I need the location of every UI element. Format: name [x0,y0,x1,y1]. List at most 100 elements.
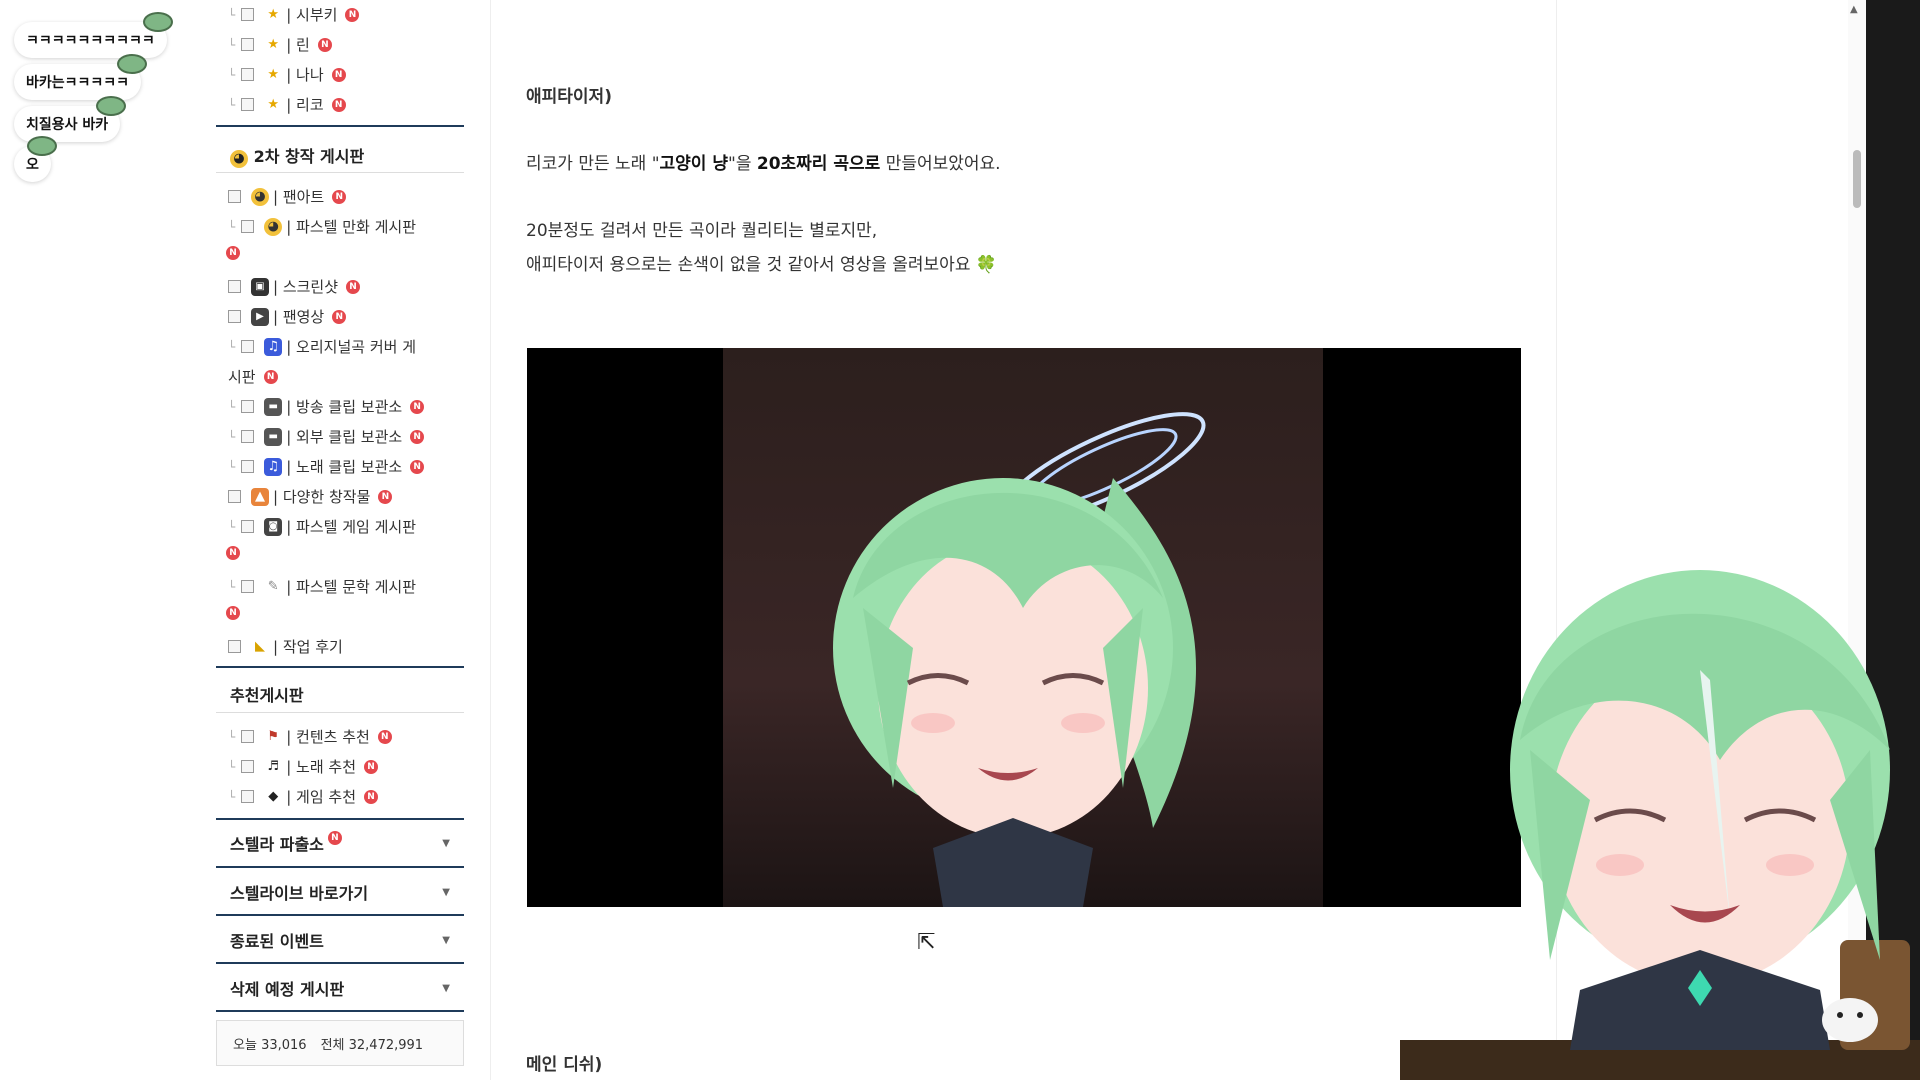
sidebar-item-label: | 시부키 [286,6,338,24]
board-icon [228,490,241,503]
new-badge: N [410,399,425,414]
video-player[interactable] [527,348,1521,907]
sidebar-item-label: | 팬아트 [273,188,325,206]
section-divider [216,962,464,964]
sidebar-item-rin[interactable]: └ ★ | 린 N [228,34,332,55]
chat-bubble: ㅋㅋㅋㅋㅋㅋㅋㅋㅋㅋ [14,12,173,58]
sidebar-item-pastel-literature[interactable]: └ ✎ | 파스텔 문학 게시판 [228,576,416,597]
sidebar-item-various-creations[interactable]: ▲ | 다양한 창작물 N [228,486,393,507]
sidebar-item-fan-video[interactable]: ▶ | 팬영상 N [228,306,347,327]
new-badge: N [410,459,425,474]
new-badge: N [345,7,360,22]
accordion-ended-events[interactable]: 종료된 이벤트 ▼ [216,917,464,963]
sidebar-item-label: | 리코 [286,96,324,114]
sidebar-item-stream-clips[interactable]: └ ▬ | 방송 클립 보관소 N [228,396,425,417]
sidebar-item-work-review[interactable]: ◣ | 작업 후기 [228,636,343,657]
sidebar-item-label: | 파스텔 만화 게시판 [286,218,416,236]
sidebar-item-song-recommend[interactable]: └ ♬ | 노래 추천 N [228,756,379,777]
sidebar-item-label: | 외부 클립 보관소 [286,428,403,446]
chat-bubble: 치질용사 바카 [14,96,127,142]
video-camera-icon: ▶ [251,307,269,326]
signboard-icon: ⚑ [267,728,280,744]
board-icon [241,580,255,593]
star-icon: ★ [267,96,280,112]
new-badge: N [331,67,346,82]
new-badge: N [226,546,240,560]
accordion-stella-police[interactable]: 스텔라 파출소 N ▼ [216,820,464,866]
sidebar-item-label: | 노래 추천 [286,758,357,776]
board-icon [241,730,255,743]
board-icon [241,760,255,773]
new-badge: N [346,279,361,294]
content-border-left [490,0,491,1080]
vtuber-avatar-overlay [1400,520,1920,1080]
board-icon [241,400,255,413]
board-icon [228,310,241,323]
film-icon: ▬ [264,427,283,446]
chevron-down-icon: ▼ [442,886,450,898]
sidebar-item-riko[interactable]: └ ★ | 리코 N [228,94,346,115]
new-badge: N [332,189,347,204]
chat-overlay: ㅋㅋㅋㅋㅋㅋㅋㅋㅋㅋ 바카는ㅋㅋㅋㅋㅋ 치질용사 바카 오 [0,0,200,200]
music-note-icon: ♫ [264,457,283,476]
mascot-face-icon: ◕ [251,187,269,206]
section-divider [216,914,464,916]
board-icon [241,98,255,111]
film-icon: ▬ [264,397,283,416]
sidebar-item-label: | 나나 [286,66,324,84]
sidebar-item-external-clips[interactable]: └ ▬ | 외부 클립 보관소 N [228,426,425,447]
sidebar-item-pastel-game[interactable]: └ ◙ | 파스텔 게임 게시판 [228,516,416,537]
sidebar-item-label: | 노래 클립 보관소 [286,458,403,476]
board-icon [241,520,255,533]
image-board-icon [228,280,241,293]
sidebar-item-label: | 게임 추천 [286,788,357,806]
article-heading-appetizer: 애피타이저) [526,87,612,107]
sidebar-item-fanart[interactable]: ◕ | 팬아트 N [228,186,347,207]
sidebar-item-nana[interactable]: └ ★ | 나나 N [228,64,346,85]
accordion-pending-delete[interactable]: 삭제 예정 게시판 ▼ [216,965,464,1011]
new-badge: N [263,369,278,384]
sidebar-item-original-cover[interactable]: └ ♫ | 오리지널곡 커버 게 [228,336,416,357]
pen-icon: ✎ [267,578,279,594]
sidebar-item-game-recommend[interactable]: └ ◆ | 게임 추천 N [228,786,379,807]
scrollbar-thumb[interactable] [1853,150,1861,208]
scroll-up-arrow-icon[interactable]: ▲ [1850,4,1858,15]
sidebar-item-content-recommend[interactable]: └ ⚑ | 컨텐츠 추천 N [228,726,392,747]
sidebar-item-screenshot[interactable]: ▣ | 스크린샷 N [228,276,361,297]
sidebar-item-label: | 컨텐츠 추천 [286,728,370,746]
mouse-cursor-icon: ⇱ [917,930,936,955]
section-title-recommend: 추천게시판 [230,686,304,705]
sidebar-item-label: | 파스텔 문학 게시판 [286,578,416,596]
new-badge-row: N [226,246,240,260]
chevron-down-icon: ▼ [442,934,450,946]
section-divider [216,712,464,713]
board-icon [241,68,255,81]
mascot-icon [117,54,148,74]
sidebar-item-label: | 린 [286,36,310,54]
mascot-face-icon: ◕ [230,150,248,168]
sidebar-item-label: | 작업 후기 [273,638,343,656]
chat-bubble: 오 [14,136,57,182]
chat-bubble: 바카는ㅋㅋㅋㅋㅋ [14,54,148,100]
chevron-down-icon: ▼ [442,982,450,994]
sidebar-item-shibuki[interactable]: └ ★ | 시부키 N [228,4,360,25]
section-divider [216,125,464,127]
mascot-icon [142,12,173,32]
new-badge: N [410,429,425,444]
sidebar-item-pastel-comic[interactable]: └ ◕ | 파스텔 만화 게시판 [228,216,416,237]
section-divider [216,866,464,868]
star-icon: ★ [267,36,280,52]
total-count: 32,472,991 [348,1037,424,1053]
new-badge: N [377,729,392,744]
board-icon [241,430,255,443]
mascot-icon [96,96,127,116]
article-heading-main-dish: 메인 디쉬) [526,1055,603,1075]
mascot-face-icon: ◕ [264,217,283,236]
accordion-stellive-shortcut[interactable]: 스텔라이브 바로가기 ▼ [216,869,464,915]
sidebar-item-label: | 파스텔 게임 게시판 [286,518,416,536]
chat-message: 바카는ㅋㅋㅋㅋㅋ [26,75,130,91]
sidebar-item-original-cover-cont[interactable]: 시판 N [228,366,278,387]
sidebar-item-song-clips[interactable]: └ ♫ | 노래 클립 보관소 N [228,456,425,477]
new-badge: N [364,759,379,774]
board-icon [241,8,255,21]
